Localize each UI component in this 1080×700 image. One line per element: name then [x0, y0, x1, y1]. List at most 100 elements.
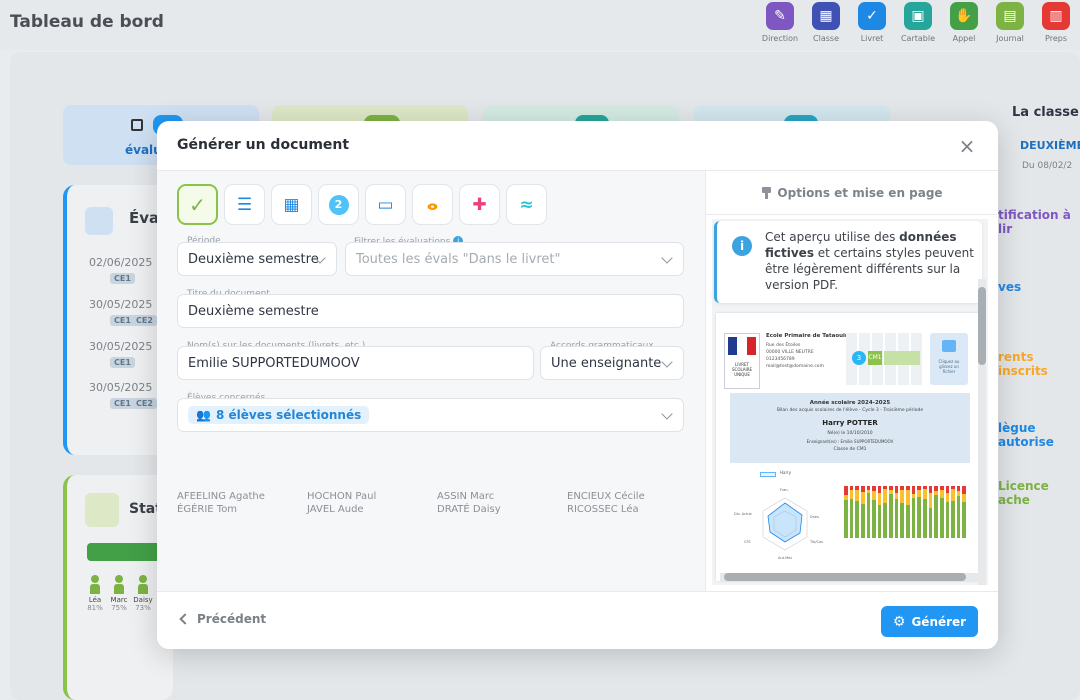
vertical-scrollbar[interactable]: [978, 279, 986, 585]
nav-item-direction[interactable]: ✎ Direction: [760, 2, 800, 43]
france-flag-icon: [728, 337, 756, 355]
document-type-computer-button[interactable]: ▭: [365, 184, 406, 225]
nav-item-classe[interactable]: ▦ Classe: [806, 2, 846, 43]
noms-documents-input[interactable]: Emilie SUPPORTEDUMOOV: [177, 346, 534, 380]
preview-text-line: Rue des Étoiles: [766, 343, 801, 348]
gear-icon: ⚙: [892, 613, 906, 630]
info-icon: i: [732, 236, 752, 256]
scrollbar-thumb[interactable]: [724, 573, 966, 581]
pen-icon: ✎: [766, 2, 794, 30]
radar-axis-label: Dnes: [810, 515, 819, 519]
nav-item-journal[interactable]: ▤ Journal: [990, 2, 1030, 43]
accords-select[interactable]: Une enseignante: [540, 346, 684, 380]
preview-area[interactable]: i Cet aperçu utilise des données fictive…: [712, 219, 988, 585]
check-icon: ✓: [189, 192, 206, 217]
first-aid-kit-icon: ✚: [472, 194, 487, 215]
card-title: Éva: [129, 209, 160, 227]
document-type-number-two-button[interactable]: 2: [318, 184, 359, 225]
evaluation-date: 30/05/2025: [89, 381, 153, 394]
nav-item-livret[interactable]: ✓ Livret: [852, 2, 892, 43]
modal-header: Générer un document ×: [157, 121, 998, 171]
document-type-first-aid-kit-button[interactable]: ✚: [459, 184, 500, 225]
preview-bar: [945, 486, 950, 538]
document-type-list-button[interactable]: ☰: [224, 184, 265, 225]
previous-label: Précédent: [197, 612, 267, 626]
birth-date: Né(e) le 10/10/2010: [827, 431, 873, 436]
student-name: Harry POTTER: [822, 419, 878, 427]
nav-label: Preps: [1045, 34, 1067, 43]
options-title: Options et mise en page: [777, 185, 943, 200]
class-badge: CM1: [868, 351, 882, 365]
options-header[interactable]: Options et mise en page: [706, 171, 998, 215]
previous-button[interactable]: Précédent: [179, 612, 267, 626]
bar-chart: [844, 478, 967, 548]
level-chip: CE1: [110, 273, 135, 284]
eleves-select[interactable]: 👥 8 élèves sélectionnés: [177, 398, 684, 432]
list-icon: ☰: [236, 194, 253, 215]
stat-student-name: Léa: [88, 596, 102, 604]
preview-text-line: 00000 VILLE NEUTRE: [766, 350, 814, 355]
school-name: Ecole Primaire de Tataouine: [766, 333, 853, 339]
preview-bar: [928, 486, 933, 538]
nav-item-appel[interactable]: ✋ Appel: [944, 2, 984, 43]
radar-chart: Harry Fran. Dnes Tlb/Cas Aut.Mes CFS Div. Act…: [730, 470, 840, 570]
student-name: DRATÉ Daisy: [437, 504, 501, 515]
document-type-swimming-button[interactable]: ≈: [506, 184, 547, 225]
class-info-line: ves: [998, 280, 1022, 294]
board-icon: ▦: [812, 2, 840, 30]
stat-student-pct: 73%: [135, 604, 151, 612]
student-name: AFEELING Agathe: [177, 491, 265, 502]
close-button[interactable]: ×: [954, 133, 980, 159]
filtre-evaluations-select[interactable]: Toutes les évals "Dans le livret": [345, 242, 684, 276]
titre-document-input[interactable]: Deuxième semestre: [177, 294, 684, 328]
preview-bar: [877, 486, 882, 538]
number-two-icon: 2: [328, 194, 349, 215]
person-icon: [91, 575, 99, 583]
level-chip: CE2: [132, 315, 157, 326]
person-body: [114, 584, 124, 594]
document-type-bicycle-button[interactable]: ⴰ: [412, 184, 453, 225]
nav-item-cartable[interactable]: ▣ Cartable: [898, 2, 938, 43]
preview-text-line: fichier: [942, 369, 956, 374]
evaluation-date: 30/05/2025: [89, 298, 153, 311]
generate-button[interactable]: ⚙ Générer: [881, 606, 978, 637]
student-list: AFEELING Agathe HOCHON Paul ASSIN Marc ENCI…: [177, 491, 677, 515]
student-name: HOCHON Paul: [307, 491, 377, 502]
calendar-icon: ▤: [996, 2, 1024, 30]
people-icon: 👥: [196, 408, 211, 422]
student-name: RICOSSEC Léa: [567, 504, 639, 515]
document-type-check-button[interactable]: ✓: [177, 184, 218, 225]
periode-select[interactable]: Deuxième semestre: [177, 242, 337, 276]
nav-item-preps[interactable]: ▥ Preps: [1036, 2, 1076, 43]
hand-icon: ✋: [950, 2, 978, 30]
preview-bar: [855, 486, 859, 538]
preview-bar: [939, 486, 944, 538]
upload-logo-box[interactable]: Cliquez ou glissez un fichier: [930, 333, 968, 385]
evaluation-icon: [85, 207, 113, 235]
class-period: DEUXIÈME: [1020, 139, 1080, 152]
chevron-left-icon: [179, 613, 191, 625]
preview-bar: [889, 486, 893, 538]
scrollbar-thumb[interactable]: [978, 287, 986, 365]
student-name: JAVEL Aude: [307, 504, 364, 515]
radar-axis-label: Aut.Mes: [778, 556, 793, 560]
modal-footer: Précédent ⚙ Générer: [157, 591, 998, 649]
horizontal-scrollbar[interactable]: [720, 573, 982, 581]
options-pane: Options et mise en page i Cet aperçu uti…: [705, 171, 998, 591]
preview-bar: [900, 486, 905, 538]
check-icon: ✓: [858, 2, 886, 30]
person-body: [90, 584, 100, 594]
chevron-down-icon: [661, 252, 673, 264]
preview-bar: [934, 486, 938, 539]
radar-svg: [762, 497, 808, 551]
evaluation-date: 30/05/2025: [89, 340, 153, 353]
bilan-line: Bilan des acquis scolaires de l'élève - …: [776, 408, 924, 413]
teacher-line: Enseignant(es) : Emilie SUPPORTEDUMOOV: [806, 439, 894, 444]
preview-bar: [860, 486, 865, 538]
accords-value: Une enseignante: [551, 355, 662, 371]
evaluation-date: 02/06/2025: [89, 256, 153, 269]
image-icon: [942, 340, 956, 352]
preview-bar: [883, 486, 888, 538]
document-type-grid-button[interactable]: ▦: [271, 184, 312, 225]
class-info-line: lègue autorise: [998, 421, 1054, 449]
